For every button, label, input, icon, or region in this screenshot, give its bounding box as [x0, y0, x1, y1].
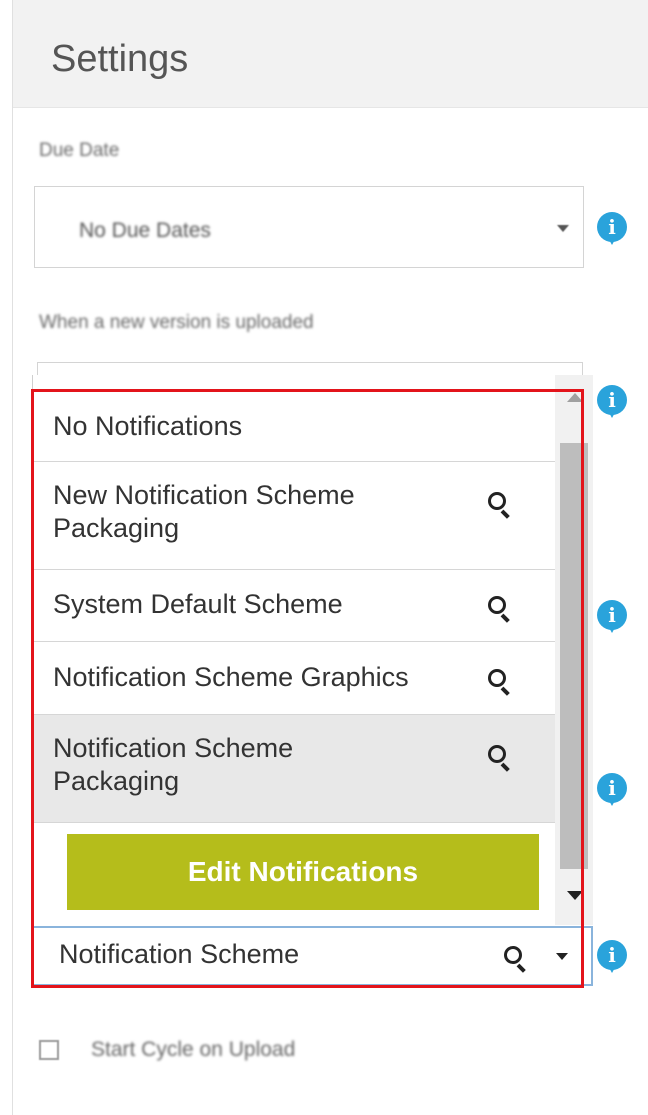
edit-notifications-button[interactable]: Edit Notifications	[67, 834, 539, 910]
option-label: Packaging	[53, 766, 180, 796]
scroll-down-icon[interactable]	[567, 891, 583, 900]
info-icon[interactable]: i	[597, 385, 627, 418]
dropdown-option[interactable]: System Default Scheme	[33, 570, 555, 642]
scroll-thumb[interactable]	[560, 443, 588, 869]
settings-panel: Settings Due Date No Due Dates i When a …	[12, 0, 648, 1115]
info-icon[interactable]: i	[597, 773, 627, 806]
search-icon[interactable]	[488, 492, 512, 519]
start-cycle-checkbox[interactable]	[39, 1040, 59, 1060]
due-date-label: Due Date	[39, 140, 120, 161]
info-icon[interactable]: i	[597, 940, 627, 973]
dropdown-scrollbar[interactable]	[555, 375, 593, 925]
dropdown-option-highlighted[interactable]: Notification Scheme Packaging	[33, 715, 555, 823]
option-label: System Default Scheme	[53, 589, 343, 619]
dropdown-option[interactable]: No Notifications	[33, 392, 555, 462]
search-icon[interactable]	[488, 745, 512, 772]
search-icon[interactable]	[504, 946, 528, 973]
dropdown-option[interactable]: New Notification Scheme Packaging	[33, 462, 555, 570]
settings-header: Settings	[13, 0, 648, 108]
new-version-label: When a new version is uploaded	[39, 312, 314, 333]
selected-value: Notification Scheme	[59, 939, 300, 969]
scroll-up-icon[interactable]	[567, 393, 583, 402]
notification-scheme-select[interactable]: Notification Scheme	[32, 926, 593, 986]
option-label: New Notification Scheme	[53, 480, 355, 510]
option-label: Packaging	[53, 513, 180, 543]
option-label: Notification Scheme Graphics	[53, 662, 409, 692]
info-icon[interactable]: i	[597, 212, 627, 245]
search-icon[interactable]	[488, 669, 512, 696]
option-label: Notification Scheme	[53, 733, 294, 763]
chevron-down-icon	[557, 225, 569, 232]
notifications-dropdown[interactable]: No Notifications New Notification Scheme…	[32, 375, 593, 925]
chevron-down-icon[interactable]	[556, 953, 568, 960]
due-date-value: No Due Dates	[79, 219, 211, 242]
due-date-select[interactable]: No Due Dates	[34, 186, 584, 268]
info-icon[interactable]: i	[597, 600, 627, 633]
page-title: Settings	[51, 38, 189, 80]
start-cycle-label: Start Cycle on Upload	[91, 1038, 296, 1061]
dropdown-option[interactable]: Notification Scheme Graphics	[33, 642, 555, 715]
option-label: No Notifications	[53, 411, 243, 441]
search-icon[interactable]	[488, 596, 512, 623]
